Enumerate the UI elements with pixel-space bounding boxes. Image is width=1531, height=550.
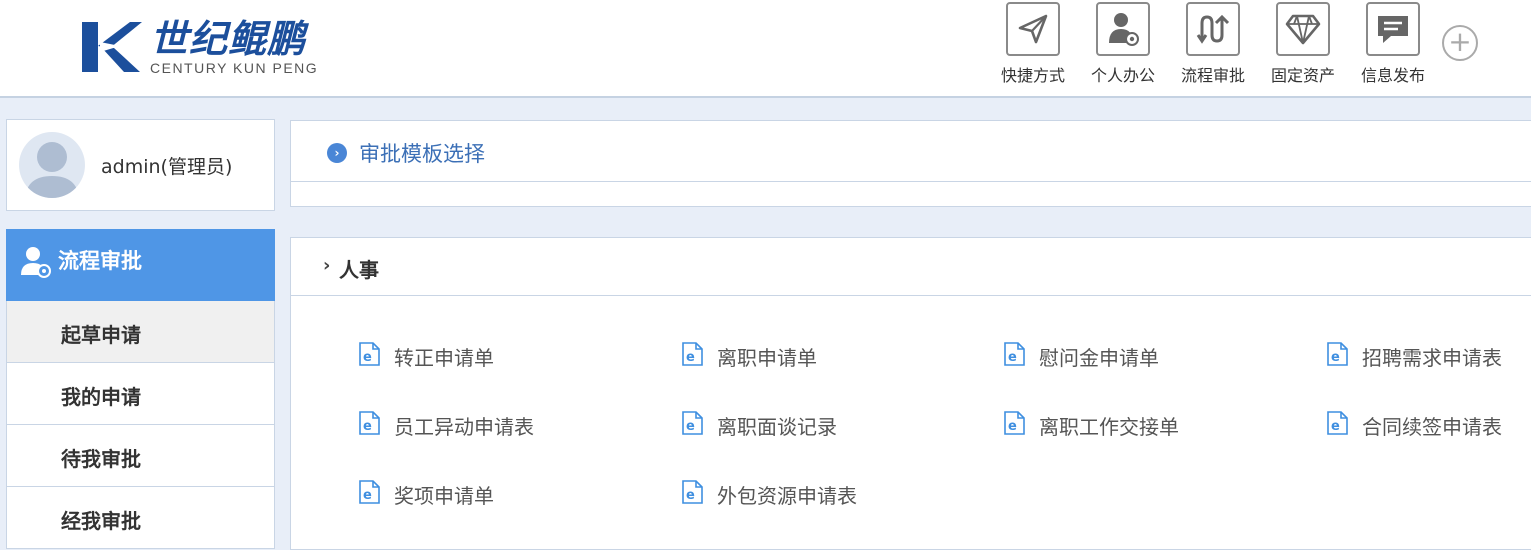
- send-icon: [1006, 2, 1060, 56]
- form-template-label: 招聘需求申请表: [1362, 346, 1502, 370]
- user-office-icon: [1096, 2, 1150, 56]
- diamond-icon: [1276, 2, 1330, 56]
- topnav-label: 个人办公: [1090, 66, 1155, 85]
- username: admin(管理员): [101, 156, 233, 178]
- document-e-icon: e: [681, 480, 703, 504]
- svg-text:e: e: [1008, 419, 1017, 434]
- topnav-label: 信息发布: [1360, 66, 1425, 85]
- user-profile-card: admin(管理员): [6, 119, 275, 211]
- sidebar-item-label: 待我审批: [61, 447, 141, 471]
- top-header: 世纪鲲鹏 CENTURY KUN PENG 快捷方式 个人办公 流程审批 固定资…: [0, 0, 1531, 98]
- form-template-label: 离职面谈记录: [717, 415, 837, 439]
- topnav-label: 固定资产: [1270, 66, 1335, 85]
- category-header[interactable]: › 人事: [291, 238, 1531, 296]
- svg-text:e: e: [686, 488, 695, 503]
- document-e-icon: e: [358, 342, 380, 366]
- chevron-circle-icon: ›: [327, 143, 347, 163]
- brand-logo-mark: [82, 22, 142, 72]
- sidebar-section-title: 流程审批: [58, 249, 142, 273]
- document-e-icon: e: [1003, 411, 1025, 435]
- document-e-icon: e: [358, 480, 380, 504]
- sidebar-section-header[interactable]: 流程审批: [6, 229, 275, 301]
- topnav-announcements[interactable]: 信息发布: [1350, 0, 1436, 86]
- panel-title: 审批模板选择: [359, 142, 485, 166]
- topnav-fixed-assets[interactable]: 固定资产: [1260, 0, 1346, 86]
- sidebar-item-draft-request[interactable]: 起草申请: [6, 301, 275, 363]
- svg-text:e: e: [1331, 419, 1340, 434]
- brand-name-en: CENTURY KUN PENG: [150, 60, 319, 76]
- user-workflow-icon: [21, 247, 51, 278]
- sidebar-item-label: 我的申请: [61, 385, 141, 409]
- svg-text:e: e: [363, 419, 372, 434]
- panel-header: › 审批模板选择: [291, 121, 1531, 182]
- avatar[interactable]: [19, 132, 85, 198]
- document-e-icon: e: [1326, 342, 1348, 366]
- document-e-icon: e: [681, 342, 703, 366]
- svg-text:e: e: [363, 350, 372, 365]
- document-e-icon: e: [681, 411, 703, 435]
- document-e-icon: e: [1003, 342, 1025, 366]
- form-template-label: 离职工作交接单: [1039, 415, 1179, 439]
- form-template-label: 奖项申请单: [394, 484, 494, 508]
- form-template-label: 慰问金申请单: [1039, 346, 1159, 370]
- category-title: 人事: [339, 258, 379, 282]
- template-select-panel: › 审批模板选择: [290, 120, 1531, 207]
- sidebar-item-label: 起草申请: [61, 323, 141, 347]
- brand-name-cn: 世纪鲲鹏: [150, 17, 307, 61]
- document-e-icon: e: [1326, 411, 1348, 435]
- add-shortcut-icon[interactable]: +: [1442, 25, 1478, 61]
- document-e-icon: e: [358, 411, 380, 435]
- topnav-shortcuts[interactable]: 快捷方式: [990, 0, 1076, 86]
- brand-logo[interactable]: 世纪鲲鹏 CENTURY KUN PENG: [80, 18, 370, 78]
- workflow-icon: [1186, 2, 1240, 56]
- topnav-label: 快捷方式: [1000, 66, 1065, 85]
- sidebar-item-approved-by-me[interactable]: 经我审批: [6, 487, 275, 549]
- svg-text:e: e: [686, 350, 695, 365]
- topnav-workflow[interactable]: 流程审批: [1170, 0, 1256, 86]
- svg-text:e: e: [1008, 350, 1017, 365]
- topnav-label: 流程审批: [1180, 66, 1245, 85]
- sidebar-item-pending-approval[interactable]: 待我审批: [6, 425, 275, 487]
- topnav-personal-office[interactable]: 个人办公: [1080, 0, 1166, 86]
- form-template-label: 员工异动申请表: [394, 415, 534, 439]
- form-template-label: 合同续签申请表: [1362, 415, 1502, 439]
- sidebar-item-my-requests[interactable]: 我的申请: [6, 363, 275, 425]
- svg-text:e: e: [686, 419, 695, 434]
- sidebar-item-label: 经我审批: [61, 509, 141, 533]
- form-template-label: 转正申请单: [394, 346, 494, 370]
- svg-text:e: e: [363, 488, 372, 503]
- svg-text:e: e: [1331, 350, 1340, 365]
- form-template-label: 离职申请单: [717, 346, 817, 370]
- message-icon: [1366, 2, 1420, 56]
- chevron-right-icon: ›: [323, 255, 331, 276]
- form-template-label: 外包资源申请表: [717, 484, 857, 508]
